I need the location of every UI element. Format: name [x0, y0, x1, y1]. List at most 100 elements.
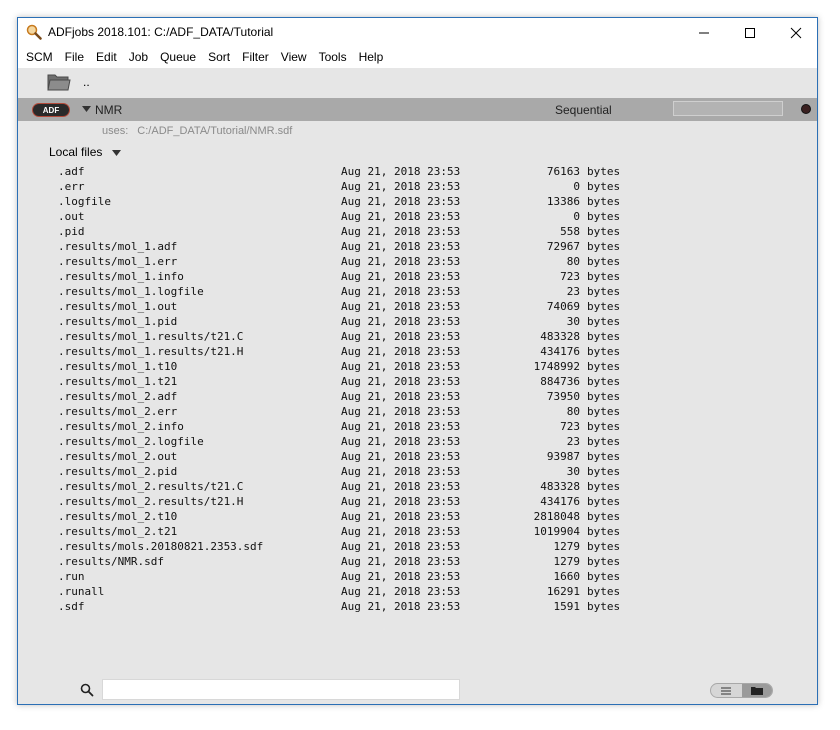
local-files-header[interactable]: Local files	[49, 145, 122, 159]
chevron-down-icon[interactable]	[82, 106, 91, 113]
file-row[interactable]: .results/mol_2.results/t21.C Aug 21, 2018…	[58, 479, 638, 494]
menu-tools[interactable]: Tools	[313, 47, 353, 68]
file-name: .results/mol_2.out	[58, 450, 178, 463]
file-date: Aug 21, 2018 23:53	[341, 165, 461, 178]
job-info-field	[673, 101, 783, 116]
file-row[interactable]: .results/mol_1.pid Aug 21, 2018 23:53 30 by…	[58, 314, 638, 329]
folder-view-button[interactable]	[741, 684, 772, 697]
job-status-indicator	[801, 104, 811, 114]
file-row[interactable]: .results/mol_1.info Aug 21, 2018 23:53 723…	[58, 269, 638, 284]
file-list: .adf Aug 21, 2018 23:53 76163 bytes .err Aug …	[58, 164, 638, 614]
file-row[interactable]: .results/mol_2.results/t21.H Aug 21, 2018…	[58, 494, 638, 509]
file-size: 13386	[546, 195, 580, 208]
file-date: Aug 21, 2018 23:53	[341, 270, 461, 283]
file-row[interactable]: .results/mol_1.logfile Aug 21, 2018 23:53…	[58, 284, 638, 299]
file-row[interactable]: .logfile Aug 21, 2018 23:53 13386 bytes	[58, 194, 638, 209]
file-size: 1019904	[533, 525, 580, 538]
file-row[interactable]: .results/mol_1.results/t21.H Aug 21, 2018…	[58, 344, 638, 359]
file-date: Aug 21, 2018 23:53	[341, 300, 461, 313]
search-icon	[80, 683, 94, 697]
file-size: 76163	[546, 165, 580, 178]
app-window: ADFjobs 2018.101: C:/ADF_DATA/Tutorial S…	[17, 17, 818, 705]
view-toggle[interactable]	[710, 683, 773, 698]
file-size: 0	[573, 180, 580, 193]
folder-icon[interactable]	[46, 71, 72, 93]
file-date: Aug 21, 2018 23:53	[341, 525, 461, 538]
menu-help[interactable]: Help	[353, 47, 390, 68]
file-row[interactable]: .results/mol_2.t10 Aug 21, 2018 23:53 2818…	[58, 509, 638, 524]
menu-filter[interactable]: Filter	[236, 47, 275, 68]
menu-scm[interactable]: SCM	[18, 47, 59, 68]
file-date: Aug 21, 2018 23:53	[341, 315, 461, 328]
file-row[interactable]: .results/mol_1.t10 Aug 21, 2018 23:53 1748…	[58, 359, 638, 374]
menu-sort[interactable]: Sort	[202, 47, 236, 68]
file-size-unit: bytes	[587, 405, 621, 418]
uses-row: uses: C:/ADF_DATA/Tutorial/NMR.sdf	[102, 125, 301, 137]
file-row[interactable]: .results/mols.20180821.2353.sdf Aug 21, 2…	[58, 539, 638, 554]
file-date: Aug 21, 2018 23:53	[341, 195, 461, 208]
file-name: .results/mol_2.pid	[58, 465, 178, 478]
file-name: .results/mol_2.results/t21.C	[58, 480, 244, 493]
minimize-button[interactable]	[681, 18, 727, 47]
job-mode[interactable]: Sequential	[555, 103, 612, 117]
menu-edit[interactable]: Edit	[90, 47, 123, 68]
file-row[interactable]: .out Aug 21, 2018 23:53 0 bytes	[58, 209, 638, 224]
file-size-unit: bytes	[587, 315, 621, 328]
list-view-button[interactable]	[711, 684, 742, 697]
file-size-unit: bytes	[587, 330, 621, 343]
menu-view[interactable]: View	[275, 47, 313, 68]
file-name: .results/mol_1.t10	[58, 360, 178, 373]
file-size: 80	[566, 405, 580, 418]
file-size: 23	[566, 435, 580, 448]
file-date: Aug 21, 2018 23:53	[341, 330, 461, 343]
file-name: .results/mol_1.pid	[58, 315, 178, 328]
file-date: Aug 21, 2018 23:53	[341, 585, 461, 598]
file-row[interactable]: .results/mol_2.info Aug 21, 2018 23:53 723…	[58, 419, 638, 434]
parent-directory-link[interactable]: ..	[83, 75, 90, 89]
file-date: Aug 21, 2018 23:53	[341, 180, 461, 193]
file-row[interactable]: .results/mol_2.adf Aug 21, 2018 23:53 7395…	[58, 389, 638, 404]
file-row[interactable]: .pid Aug 21, 2018 23:53 558 bytes	[58, 224, 638, 239]
menu-queue[interactable]: Queue	[154, 47, 202, 68]
file-row[interactable]: .results/mol_1.adf Aug 21, 2018 23:53 7296…	[58, 239, 638, 254]
menu-job[interactable]: Job	[123, 47, 154, 68]
chevron-down-icon[interactable]	[112, 149, 122, 157]
file-size-unit: bytes	[587, 540, 621, 553]
file-row[interactable]: .runall Aug 21, 2018 23:53 16291 bytes	[58, 584, 638, 599]
file-row[interactable]: .results/mol_2.err Aug 21, 2018 23:53 80 by…	[58, 404, 638, 419]
file-size-unit: bytes	[587, 285, 621, 298]
file-date: Aug 21, 2018 23:53	[341, 390, 461, 403]
file-size: 1748992	[533, 360, 580, 373]
file-row[interactable]: .results/mol_2.logfile Aug 21, 2018 23:53…	[58, 434, 638, 449]
file-row[interactable]: .results/mol_2.t21 Aug 21, 2018 23:53 1019…	[58, 524, 638, 539]
file-size-unit: bytes	[587, 195, 621, 208]
file-row[interactable]: .results/mol_2.out Aug 21, 2018 23:53 9398…	[58, 449, 638, 464]
file-row[interactable]: .results/mol_1.t21 Aug 21, 2018 23:53 8847…	[58, 374, 638, 389]
file-name: .results/mol_2.results/t21.H	[58, 495, 244, 508]
file-row[interactable]: .run Aug 21, 2018 23:53 1660 bytes	[58, 569, 638, 584]
title-bar[interactable]: ADFjobs 2018.101: C:/ADF_DATA/Tutorial	[18, 18, 817, 47]
file-row[interactable]: .sdf Aug 21, 2018 23:53 1591 bytes	[58, 599, 638, 614]
file-size-unit: bytes	[587, 570, 621, 583]
file-row[interactable]: .results/mol_1.results/t21.C Aug 21, 2018…	[58, 329, 638, 344]
file-date: Aug 21, 2018 23:53	[341, 495, 461, 508]
search-input[interactable]	[102, 679, 460, 700]
file-row[interactable]: .adf Aug 21, 2018 23:53 76163 bytes	[58, 164, 638, 179]
file-size-unit: bytes	[587, 435, 621, 448]
file-size: 1591	[553, 600, 581, 613]
maximize-button[interactable]	[727, 18, 773, 47]
job-row[interactable]: ADF NMR Sequential	[18, 98, 817, 121]
file-size-unit: bytes	[587, 525, 621, 538]
menu-file[interactable]: File	[59, 47, 90, 68]
file-row[interactable]: .results/mol_2.pid Aug 21, 2018 23:53 30 by…	[58, 464, 638, 479]
file-size-unit: bytes	[587, 465, 621, 478]
file-name: .results/mol_1.out	[58, 300, 178, 313]
file-row[interactable]: .results/mol_1.err Aug 21, 2018 23:53 80 by…	[58, 254, 638, 269]
file-size-unit: bytes	[587, 600, 621, 613]
file-row[interactable]: .results/NMR.sdf Aug 21, 2018 23:53 1279 by…	[58, 554, 638, 569]
file-row[interactable]: .results/mol_1.out Aug 21, 2018 23:53 7406…	[58, 299, 638, 314]
file-name: .results/mol_2.t10	[58, 510, 178, 523]
file-row[interactable]: .err Aug 21, 2018 23:53 0 bytes	[58, 179, 638, 194]
file-size: 723	[560, 420, 580, 433]
close-button[interactable]	[773, 18, 817, 47]
